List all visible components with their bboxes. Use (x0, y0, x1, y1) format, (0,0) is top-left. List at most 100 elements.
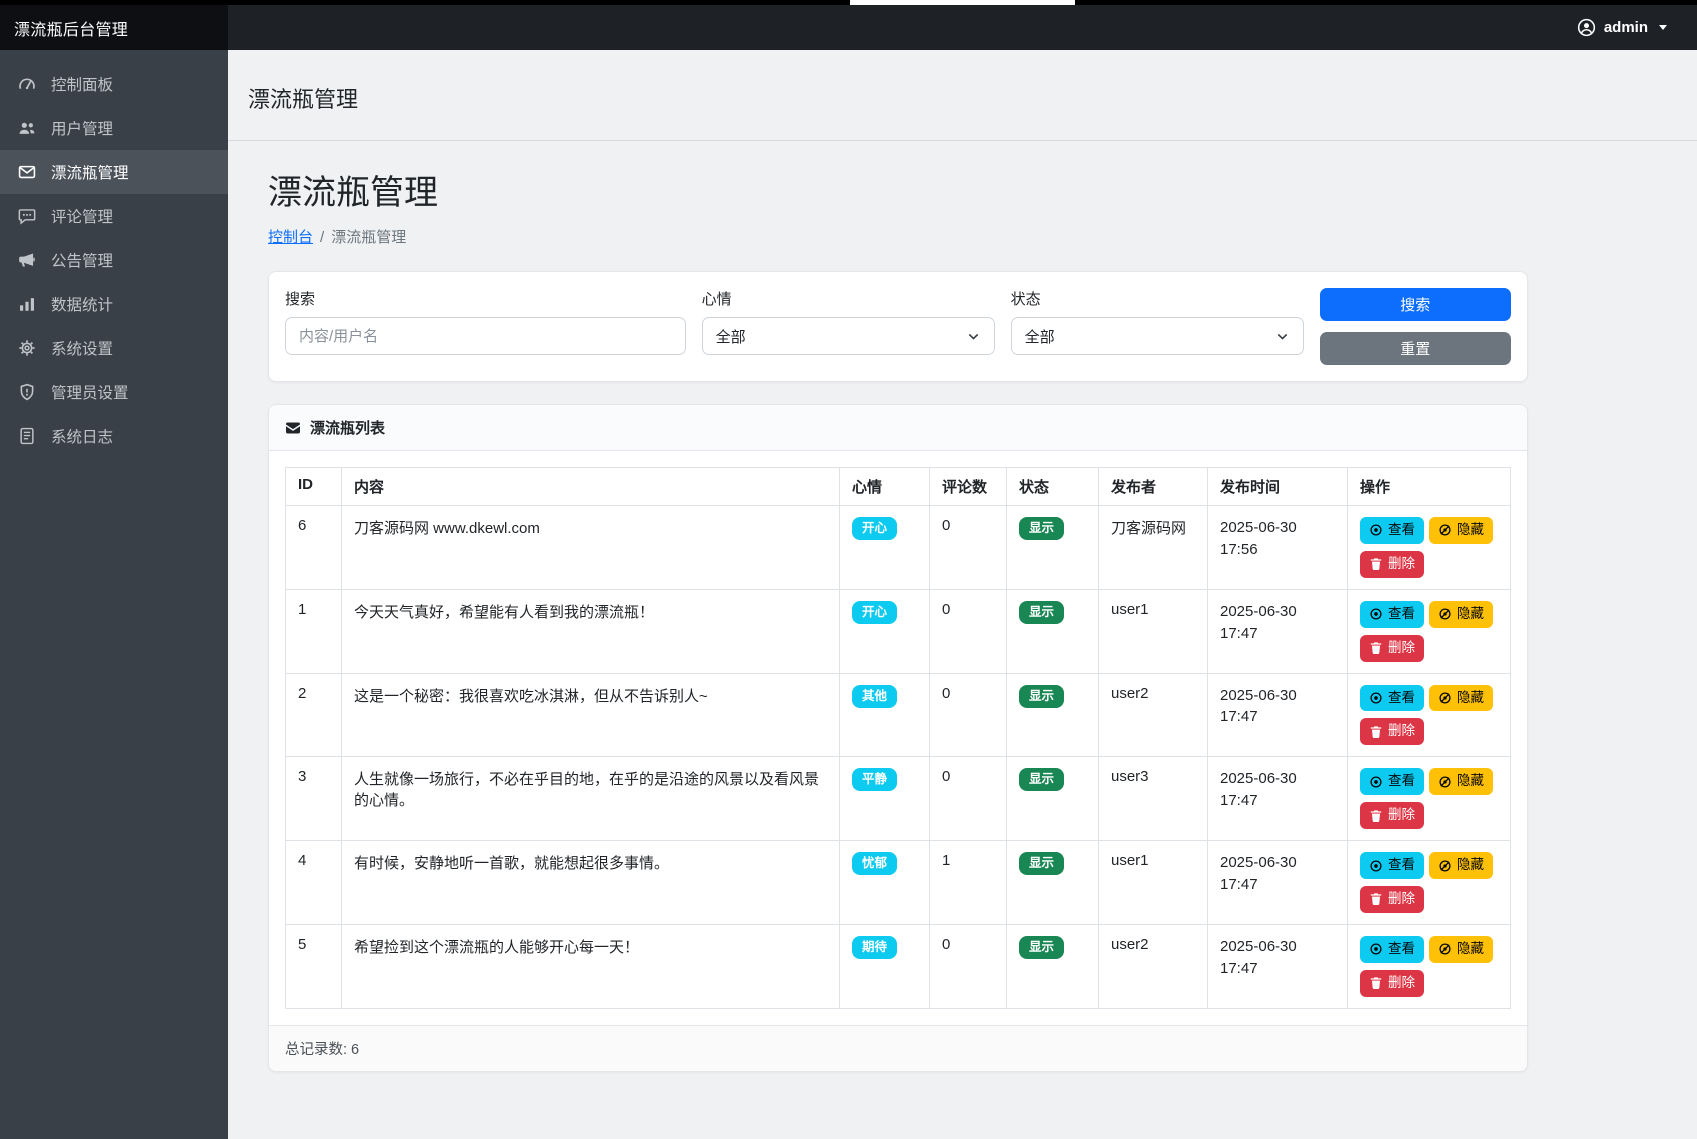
cell-comments: 0 (930, 673, 1007, 757)
cell-time: 2025-06-30 17:47 (1208, 924, 1348, 1008)
mood-select[interactable]: 全部 (702, 317, 995, 355)
sidebar: 控制面板 用户管理 漂流瓶管理 评论管理 公告管理 数据统计 系统设置 管理员设… (0, 50, 228, 1139)
cell-author: user2 (1099, 673, 1208, 757)
cell-status: 显示 (1007, 506, 1099, 590)
cell-mood: 平静 (840, 757, 930, 841)
sidebar-item-comments[interactable]: 评论管理 (0, 194, 228, 238)
search-input[interactable] (285, 317, 686, 355)
hide-button[interactable]: 隐藏 (1429, 768, 1493, 795)
eye-slash-icon (1438, 691, 1452, 705)
status-badge: 显示 (1019, 601, 1064, 624)
search-label: 搜索 (285, 288, 686, 309)
cell-comments: 0 (930, 757, 1007, 841)
sidebar-item-announcements[interactable]: 公告管理 (0, 238, 228, 282)
bottle-list-card: 漂流瓶列表 ID内容心情评论数状态发布者发布时间操作 6 刀客源码网 www.d… (268, 404, 1528, 1072)
table-row: 1 今天天气真好，希望能有人看到我的漂流瓶！ 开心 0 显示 user1 202… (286, 589, 1511, 673)
table-header-row: ID内容心情评论数状态发布者发布时间操作 (286, 468, 1511, 506)
sidebar-item-admin-settings[interactable]: 管理员设置 (0, 370, 228, 414)
eye-icon (1369, 775, 1383, 789)
eye-icon (1369, 859, 1383, 873)
column-header-7: 操作 (1348, 468, 1511, 506)
search-button[interactable]: 搜索 (1320, 288, 1511, 321)
reset-button[interactable]: 重置 (1320, 332, 1511, 365)
delete-button[interactable]: 删除 (1360, 886, 1424, 913)
chevron-down-icon (966, 329, 981, 344)
sidebar-item-label: 系统日志 (51, 425, 113, 447)
cell-time: 2025-06-30 17:47 (1208, 589, 1348, 673)
status-select[interactable]: 全部 (1011, 317, 1304, 355)
content-header: 漂流瓶管理 (228, 50, 1697, 141)
view-button[interactable]: 查看 (1360, 685, 1424, 712)
hide-button[interactable]: 隐藏 (1429, 517, 1493, 544)
bottle-table: ID内容心情评论数状态发布者发布时间操作 6 刀客源码网 www.dkewl.c… (285, 467, 1511, 1009)
hide-button[interactable]: 隐藏 (1429, 852, 1493, 879)
users-icon (17, 119, 36, 138)
sidebar-item-system-settings[interactable]: 系统设置 (0, 326, 228, 370)
cell-time: 2025-06-30 17:47 (1208, 757, 1348, 841)
hide-button[interactable]: 隐藏 (1429, 601, 1493, 628)
card-header: 漂流瓶列表 (269, 405, 1527, 451)
cell-id: 3 (286, 757, 342, 841)
status-badge: 显示 (1019, 685, 1064, 708)
view-button[interactable]: 查看 (1360, 601, 1424, 628)
cell-author: 刀客源码网 (1099, 506, 1208, 590)
cell-content: 这是一个秘密：我很喜欢吃冰淇淋，但从不告诉别人~ (342, 673, 840, 757)
column-header-0: ID (286, 468, 342, 506)
cell-mood: 其他 (840, 673, 930, 757)
cell-id: 2 (286, 673, 342, 757)
delete-button[interactable]: 删除 (1360, 802, 1424, 829)
eye-slash-icon (1438, 942, 1452, 956)
sidebar-item-label: 系统设置 (51, 337, 113, 359)
sidebar-item-label: 用户管理 (51, 117, 113, 139)
view-button[interactable]: 查看 (1360, 517, 1424, 544)
gear-icon (17, 339, 36, 358)
table-body: 6 刀客源码网 www.dkewl.com 开心 0 显示 刀客源码网 2025… (286, 506, 1511, 1009)
cell-actions: 查看 隐藏 删除 (1348, 841, 1511, 925)
mood-badge: 忧郁 (852, 852, 897, 875)
user-menu[interactable]: admin (228, 5, 1697, 50)
delete-button[interactable]: 删除 (1360, 718, 1424, 745)
sidebar-item-bottles[interactable]: 漂流瓶管理 (0, 150, 228, 194)
table-row: 3 人生就像一场旅行，不必在乎目的地，在乎的是沿途的风景以及看风景的心情。 平静… (286, 757, 1511, 841)
breadcrumb: 控制台/漂流瓶管理 (268, 226, 1528, 247)
cell-actions: 查看 隐藏 删除 (1348, 589, 1511, 673)
cell-status: 显示 (1007, 673, 1099, 757)
column-header-4: 状态 (1007, 468, 1099, 506)
sidebar-item-system-logs[interactable]: 系统日志 (0, 414, 228, 458)
delete-button[interactable]: 删除 (1360, 551, 1424, 578)
breadcrumb-link-console[interactable]: 控制台 (268, 229, 313, 246)
cell-status: 显示 (1007, 841, 1099, 925)
sidebar-item-users[interactable]: 用户管理 (0, 106, 228, 150)
journal-icon (17, 427, 36, 446)
cell-author: user2 (1099, 924, 1208, 1008)
view-button[interactable]: 查看 (1360, 936, 1424, 963)
envelope-icon (285, 420, 301, 436)
cell-actions: 查看 隐藏 删除 (1348, 506, 1511, 590)
mood-label: 心情 (702, 288, 995, 309)
delete-button[interactable]: 删除 (1360, 970, 1424, 997)
cell-status: 显示 (1007, 589, 1099, 673)
card-footer: 总记录数: 6 (269, 1025, 1527, 1071)
delete-button[interactable]: 删除 (1360, 635, 1424, 662)
view-button[interactable]: 查看 (1360, 768, 1424, 795)
card-title: 漂流瓶列表 (310, 417, 385, 438)
table-row: 4 有时候，安静地听一首歌，就能想起很多事情。 忧郁 1 显示 user1 20… (286, 841, 1511, 925)
sidebar-item-statistics[interactable]: 数据统计 (0, 282, 228, 326)
cell-actions: 查看 隐藏 删除 (1348, 673, 1511, 757)
mood-badge: 期待 (852, 936, 897, 959)
view-button[interactable]: 查看 (1360, 852, 1424, 879)
sidebar-item-dashboard[interactable]: 控制面板 (0, 62, 228, 106)
hide-button[interactable]: 隐藏 (1429, 685, 1493, 712)
mood-badge: 平静 (852, 768, 897, 791)
page-title: 漂流瓶管理 (268, 165, 1528, 214)
cell-time: 2025-06-30 17:47 (1208, 841, 1348, 925)
cell-comments: 0 (930, 589, 1007, 673)
eye-icon (1369, 691, 1383, 705)
eye-slash-icon (1438, 775, 1452, 789)
speedometer-icon (17, 75, 36, 94)
hide-button[interactable]: 隐藏 (1429, 936, 1493, 963)
trash-icon (1369, 809, 1383, 823)
column-header-3: 评论数 (930, 468, 1007, 506)
cell-comments: 0 (930, 506, 1007, 590)
status-label: 状态 (1011, 288, 1304, 309)
